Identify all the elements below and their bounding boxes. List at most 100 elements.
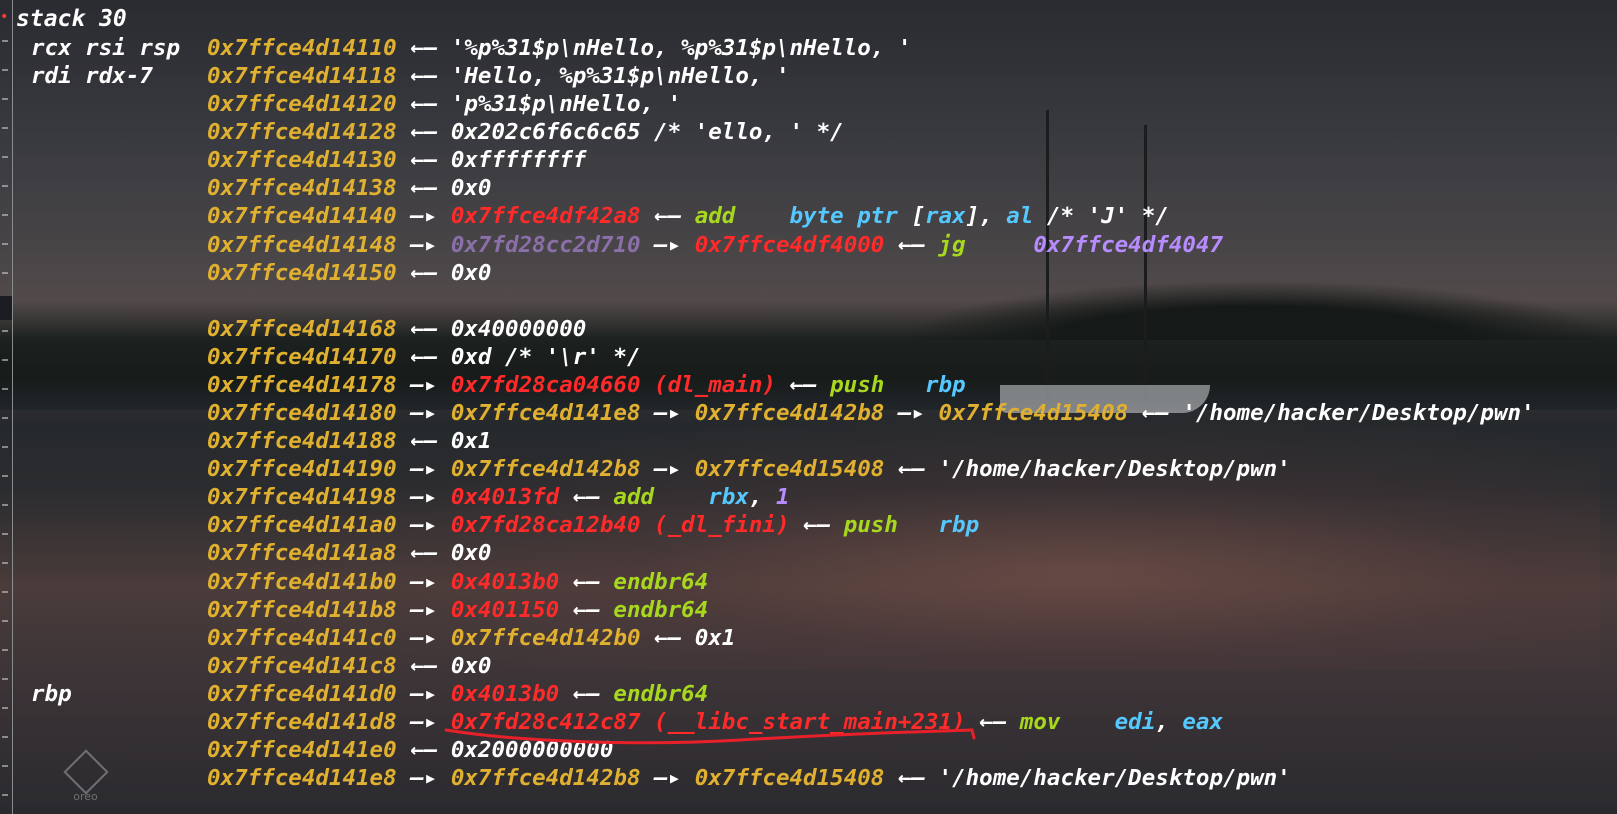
command-title: stack 30 <box>16 6 127 32</box>
stack-row: 0x7ffce4d14150 ←— 0x0 <box>0 259 1617 287</box>
stack-value-part: /* 'J' */ <box>1033 203 1169 230</box>
stack-value-part: '/home/hacker/Desktop/pwn' <box>938 456 1291 483</box>
stack-value-part: 0x4013b0 <box>450 680 560 707</box>
stack-entry: 0x7ffce4d141b0 —▸ 0x4013b0 ←— endbr64 <box>207 568 708 596</box>
stack-entry: 0x7ffce4d14138 ←— 0x0 <box>207 174 491 202</box>
stack-address: 0x7ffce4d141d0 <box>207 680 397 707</box>
stack-address: 0x7ffce4d141e0 <box>207 737 397 763</box>
stack-row: 0x7ffce4d141b0 —▸ 0x4013b0 ←— endbr64 <box>0 568 1617 596</box>
stack-value-part: ←— <box>396 175 451 202</box>
stack-value-part: ←— <box>396 63 451 90</box>
stack-value-part: ←— <box>396 35 451 61</box>
watermark: oreo <box>58 749 113 812</box>
stack-value-part: 0x40000000 <box>450 315 587 342</box>
stack-value-part: ←— <box>396 343 451 370</box>
stack-value-part: endbr64 <box>613 680 709 707</box>
stack-value-part: ←— <box>640 203 695 230</box>
stack-value-part: ←— <box>396 428 451 455</box>
stack-address: 0x7ffce4d14148 <box>207 231 397 258</box>
stack-value-part: 1 <box>775 484 790 511</box>
stack-row: 0x7ffce4d14120 ←— 'p%31$p\nHello, ' <box>0 90 1617 118</box>
stack-value-part: —▸ <box>640 456 695 483</box>
stack-value-part: 0x7ffce4d142b8 <box>450 765 641 792</box>
stack-value-part: ], <box>965 203 1007 230</box>
stack-row: rdi rdx-7 0x7ffce4d14118 ←— 'Hello, %p%31… <box>0 62 1617 90</box>
stack-row: rbp 0x7ffce4d141d0 —▸ 0x4013b0 ←— endbr64 <box>0 680 1617 708</box>
stack-value-part: rax <box>924 203 966 230</box>
stack-entry: 0x7ffce4d14120 ←— 'p%31$p\nHello, ' <box>207 90 681 118</box>
stack-entry: 0x7ffce4d14130 ←— 0xffffffff <box>207 146 586 174</box>
stack-value-part: 0x401150 <box>450 596 560 623</box>
stack-row: 0x7ffce4d14188 ←— 0x1 <box>0 427 1617 455</box>
stack-address: 0x7ffce4d14178 <box>207 371 397 398</box>
stack-value-part: 0x1 <box>694 624 736 651</box>
register-label: rbp <box>31 680 72 707</box>
stack-value-part: rbx <box>708 484 749 511</box>
stack-value-part: —▸ <box>396 371 451 398</box>
stack-value-part: 0x202c6f6c6c65 /* 'ello, ' */ <box>450 119 844 146</box>
stack-value-part: 0x7ffce4d15408 <box>938 400 1129 427</box>
stack-value-part: 'Hello, %p%31$p\nHello, ' <box>450 63 790 90</box>
stack-address: 0x7ffce4d14170 <box>207 343 397 370</box>
stack-value-part: add <box>613 484 709 511</box>
stack-value-part: —▸ <box>396 203 451 230</box>
stack-address: 0x7ffce4d14188 <box>207 428 397 455</box>
stack-value-part: ←— <box>396 147 451 174</box>
register-label: rdi rdx-7 <box>31 63 153 90</box>
stack-value-part: ←— <box>1128 400 1183 427</box>
stack-value-part: 0x7ffce4df4000 <box>694 231 885 258</box>
stack-row: 0x7ffce4d14168 ←— 0x40000000 <box>0 315 1617 343</box>
stack-address: 0x7ffce4d141d8 <box>207 708 397 735</box>
diamond-logo-icon <box>62 749 109 795</box>
stack-value-part: ←— <box>559 596 614 623</box>
stack-entry: 0x7ffce4d14150 ←— 0x0 <box>207 259 491 287</box>
stack-row: 0x7ffce4d141e8 —▸ 0x7ffce4d142b8 —▸ 0x7f… <box>0 764 1617 792</box>
stack-entry: 0x7ffce4d14170 ←— 0xd /* '\r' */ <box>207 343 641 371</box>
stack-value-part: endbr64 <box>613 568 709 595</box>
stack-value-part: , <box>1155 708 1183 735</box>
stack-value-part: ←— <box>559 680 614 707</box>
stack-value-part: ←— <box>789 512 844 539</box>
stack-address: 0x7ffce4d14190 <box>207 456 397 483</box>
stack-address: 0x7ffce4d14128 <box>207 119 397 146</box>
stack-address: 0x7ffce4d14180 <box>207 400 397 427</box>
stack-value-part: 0x0 <box>450 175 492 202</box>
stack-value-part: —▸ <box>640 765 695 792</box>
stack-value-part: 0x7ffce4d15408 <box>694 456 885 483</box>
stack-entry: 0x7ffce4d14180 —▸ 0x7ffce4d141e8 —▸ 0x7f… <box>207 399 1535 427</box>
stack-value-part: —▸ <box>640 231 695 258</box>
stack-value-part: —▸ <box>396 568 451 595</box>
stack-value-part: ←— <box>640 624 695 651</box>
terminal-output[interactable]: stack 30 rcx rsi rsp 0x7ffce4d14110 ←— '%… <box>0 0 1617 814</box>
stack-row: 0x7ffce4d14130 ←— 0xffffffff <box>0 146 1617 174</box>
stack-value-part: —▸ <box>396 456 451 483</box>
stack-entry: 0x7ffce4d14110 ←— '%p%31$p\nHello, %p%31… <box>207 34 911 62</box>
stack-address: 0x7ffce4d14120 <box>207 91 397 118</box>
stack-entry: 0x7ffce4d141b8 —▸ 0x401150 ←— endbr64 <box>207 596 708 624</box>
stack-entry: 0x7ffce4d14140 —▸ 0x7ffce4df42a8 ←— add … <box>207 202 1169 230</box>
stack-value-part: rbp <box>938 512 980 539</box>
stack-value-part: 0x0 <box>450 540 492 567</box>
stack-value-part: 0x7ffce4d142b8 <box>694 400 885 427</box>
stack-value-part: '/home/hacker/Desktop/pwn' <box>1182 400 1535 427</box>
stack-value-part: 0x0 <box>450 259 492 286</box>
stack-value-part: 0xd /* '\r' */ <box>450 343 641 370</box>
stack-address: 0x7ffce4d14138 <box>207 175 397 202</box>
stack-value-part: 0x4013b0 <box>450 568 560 595</box>
stack-value-part: —▸ <box>884 400 939 427</box>
stack-value-part: 'p%31$p\nHello, ' <box>450 91 682 118</box>
stack-value-part: —▸ <box>396 680 451 707</box>
stack-value-part: —▸ <box>396 765 451 792</box>
stack-address: 0x7ffce4d141c8 <box>207 652 397 679</box>
stack-address: 0x7ffce4d141c0 <box>207 624 397 651</box>
stack-row: 0x7ffce4d141a0 —▸ 0x7fd28ca12b40 (_dl_fi… <box>0 511 1617 539</box>
stack-address: 0x7ffce4d14198 <box>207 484 397 511</box>
stack-row: 0x7ffce4d14138 ←— 0x0 <box>0 174 1617 202</box>
stack-address: 0x7ffce4d14130 <box>207 147 397 174</box>
stack-entry: 0x7ffce4d141c0 —▸ 0x7ffce4d142b0 ←— 0x1 <box>207 624 735 652</box>
stack-row: 0x7ffce4d14178 —▸ 0x7fd28ca04660 (dl_mai… <box>0 371 1617 399</box>
stack-value-part: 0x1 <box>450 428 492 455</box>
stack-entry: 0x7ffce4d141d0 —▸ 0x4013b0 ←— endbr64 <box>207 680 708 708</box>
stack-entry: 0x7ffce4d141a0 —▸ 0x7fd28ca12b40 (_dl_fi… <box>207 511 979 539</box>
stack-entry: 0x7ffce4d141a8 ←— 0x0 <box>207 539 491 567</box>
